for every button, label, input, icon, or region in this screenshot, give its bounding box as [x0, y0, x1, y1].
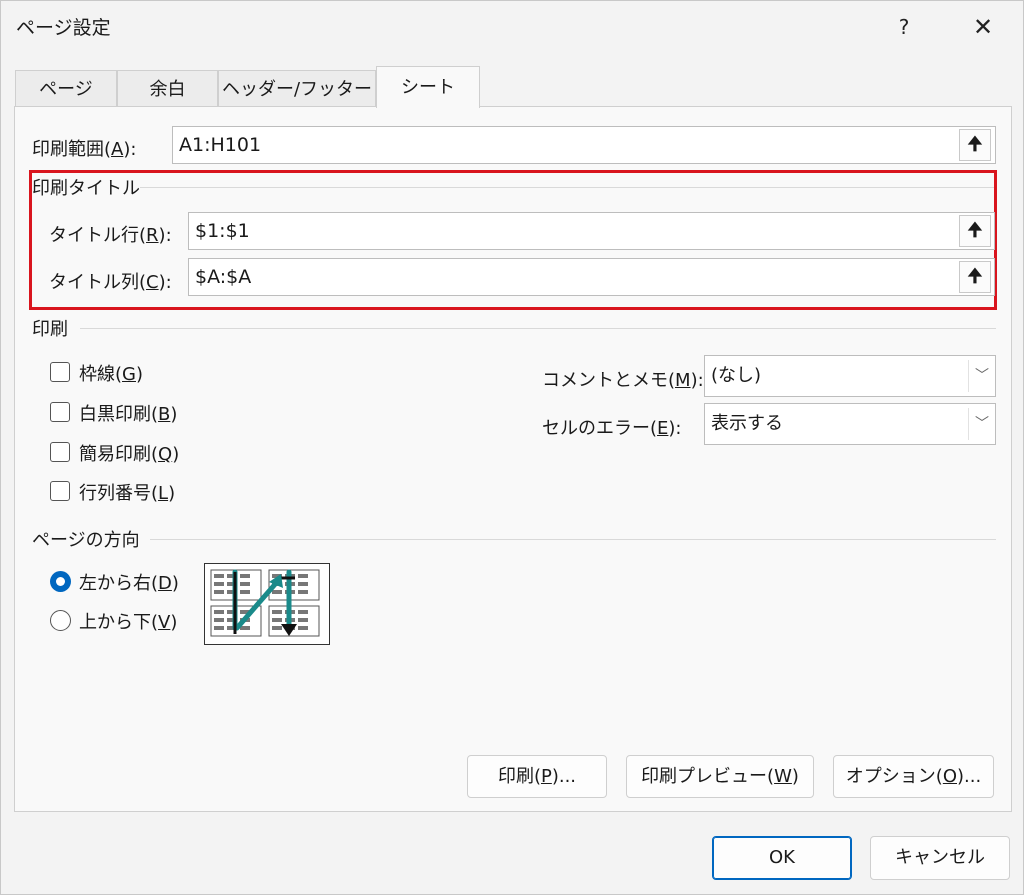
- print-area-input[interactable]: A1:H101: [172, 126, 996, 164]
- page-order-preview: [204, 563, 330, 645]
- tab-header-footer[interactable]: ヘッダー/フッター: [218, 70, 376, 107]
- chevron-down-icon: ﹀: [968, 408, 995, 440]
- help-button[interactable]: ?: [881, 7, 927, 47]
- left-to-right-label: 左から右(D): [79, 573, 179, 594]
- draft-quality-checkbox[interactable]: [50, 442, 70, 462]
- black-white-checkbox[interactable]: [50, 402, 70, 422]
- chevron-down-icon: ﹀: [968, 360, 995, 392]
- page-order-illustration: [210, 569, 320, 637]
- options-button[interactable]: オプション(O)...: [833, 755, 994, 798]
- title-rows-collapse-button[interactable]: 🠉: [959, 215, 991, 247]
- cell-errors-select[interactable]: 表示する ﹀: [704, 403, 996, 445]
- sheet-tab-panel: 印刷範囲(A): A1:H101 🠉 印刷タイトル タイトル行(R): $1:$…: [14, 106, 1012, 812]
- title-rows-input[interactable]: $1:$1: [188, 212, 995, 250]
- cell-errors-label: セルのエラー(E):: [542, 418, 682, 439]
- comments-select[interactable]: (なし) ﹀: [704, 355, 996, 397]
- title-rows-label: タイトル行(R):: [49, 225, 172, 246]
- print-group-label: 印刷: [32, 319, 68, 340]
- ok-button[interactable]: OK: [712, 836, 852, 880]
- group-divider: [150, 539, 996, 540]
- comments-select-value: (なし): [711, 365, 762, 386]
- title-columns-input[interactable]: $A:$A: [188, 258, 995, 296]
- print-area-label: 印刷範囲(A):: [32, 139, 137, 160]
- print-preview-button[interactable]: 印刷プレビュー(W): [626, 755, 814, 798]
- collapse-dialog-icon: 🠉: [967, 220, 983, 241]
- top-to-bottom-radio[interactable]: [50, 610, 71, 631]
- tab-page[interactable]: ページ: [15, 70, 117, 107]
- top-to-bottom-label: 上から下(V): [79, 612, 178, 633]
- row-column-headings-label: 行列番号(L): [79, 483, 176, 504]
- page-setup-dialog: ページ設定 ? ✕ ページ 余白 ヘッダー/フッター シート 印刷範囲(A): …: [0, 0, 1024, 895]
- collapse-dialog-icon: 🠉: [967, 266, 983, 287]
- print-button[interactable]: 印刷(P)...: [467, 755, 607, 798]
- tab-sheet[interactable]: シート: [376, 66, 480, 108]
- group-divider: [80, 328, 996, 329]
- gridlines-label: 枠線(G): [79, 364, 144, 385]
- tab-margins[interactable]: 余白: [117, 70, 218, 107]
- draft-quality-label: 簡易印刷(Q): [79, 444, 180, 465]
- dialog-title: ページ設定: [16, 17, 111, 39]
- title-bar: ページ設定 ? ✕: [1, 1, 1023, 53]
- gridlines-checkbox[interactable]: [50, 362, 70, 382]
- row-column-headings-checkbox[interactable]: [50, 481, 70, 501]
- cancel-button[interactable]: キャンセル: [870, 836, 1010, 880]
- title-columns-collapse-button[interactable]: 🠉: [959, 261, 991, 293]
- black-white-label: 白黒印刷(B): [79, 404, 178, 425]
- collapse-dialog-icon: 🠉: [967, 134, 983, 155]
- close-button[interactable]: ✕: [956, 7, 1010, 47]
- comments-label: コメントとメモ(M):: [542, 370, 704, 391]
- print-area-collapse-button[interactable]: 🠉: [959, 129, 991, 161]
- page-order-group-label: ページの方向: [32, 530, 140, 551]
- title-columns-label: タイトル列(C):: [49, 272, 172, 293]
- left-to-right-radio[interactable]: [50, 571, 71, 592]
- cell-errors-select-value: 表示する: [711, 413, 783, 434]
